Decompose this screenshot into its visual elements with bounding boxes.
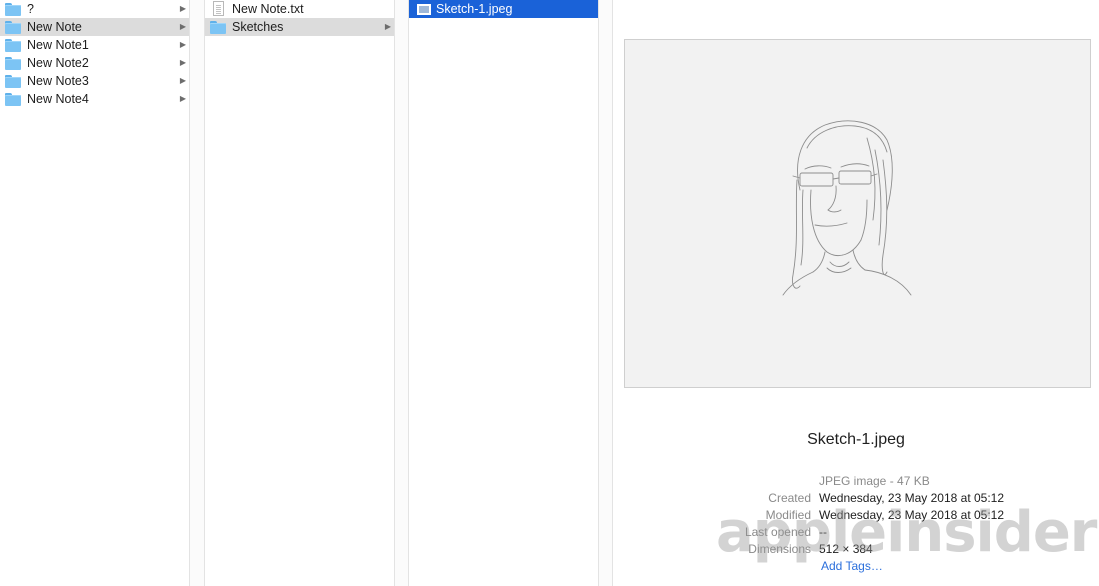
item-label: ?	[27, 2, 34, 16]
file-kind: JPEG image - 47 KB	[819, 474, 930, 488]
column-resize-handle[interactable]	[395, 0, 409, 586]
folder-icon	[5, 74, 21, 88]
chevron-right-icon: ▶	[179, 40, 186, 49]
folder-icon	[210, 20, 226, 34]
list-item[interactable]: ? ▶	[0, 0, 189, 18]
image-file-icon	[414, 2, 431, 16]
chevron-right-icon: ▶	[179, 94, 186, 103]
column-2[interactable]: New Note.txt Sketches ▶	[205, 0, 395, 586]
item-label: Sketch-1.jpeg	[436, 2, 513, 16]
column-resize-handle[interactable]	[599, 0, 613, 586]
folder-icon	[5, 2, 21, 16]
text-file-icon	[210, 1, 226, 16]
folder-icon	[5, 20, 21, 34]
folder-icon	[5, 92, 21, 106]
chevron-right-icon: ▶	[384, 22, 391, 31]
chevron-right-icon: ▶	[179, 76, 186, 85]
column-3[interactable]: Sketch-1.jpeg	[409, 0, 599, 586]
image-preview[interactable]	[624, 39, 1091, 388]
preview-filename: Sketch-1.jpeg	[807, 431, 905, 448]
item-label: New Note3	[27, 74, 89, 88]
column-resize-handle[interactable]	[190, 0, 205, 586]
preview-pane: Sketch-1.jpeg JPEG image - 47 KB Created…	[613, 0, 1099, 586]
column-1[interactable]: ? ▶ New Note ▶ New Note1 ▶ New Note2 ▶ New N…	[0, 0, 190, 586]
list-item[interactable]: New Note4 ▶	[0, 90, 189, 108]
chevron-right-icon: ▶	[179, 4, 186, 13]
watermark: appleinsider	[716, 500, 1097, 565]
chevron-right-icon: ▶	[179, 58, 186, 67]
list-item[interactable]: New Note3 ▶	[0, 72, 189, 90]
folder-icon	[5, 56, 21, 70]
folder-icon	[5, 38, 21, 52]
list-item[interactable]: New Note2 ▶	[0, 54, 189, 72]
item-label: New Note	[27, 20, 82, 34]
list-item[interactable]: New Note ▶	[0, 18, 189, 36]
sketch-drawing	[782, 120, 912, 296]
item-label: New Note1	[27, 38, 89, 52]
list-item[interactable]: New Note.txt	[205, 0, 394, 18]
item-label: New Note4	[27, 92, 89, 106]
list-item[interactable]: New Note1 ▶	[0, 36, 189, 54]
list-item[interactable]: Sketch-1.jpeg	[409, 0, 598, 18]
chevron-right-icon: ▶	[179, 22, 186, 31]
item-label: Sketches	[232, 20, 284, 34]
item-label: New Note.txt	[232, 2, 304, 16]
item-label: New Note2	[27, 56, 89, 70]
list-item[interactable]: Sketches ▶	[205, 18, 394, 36]
